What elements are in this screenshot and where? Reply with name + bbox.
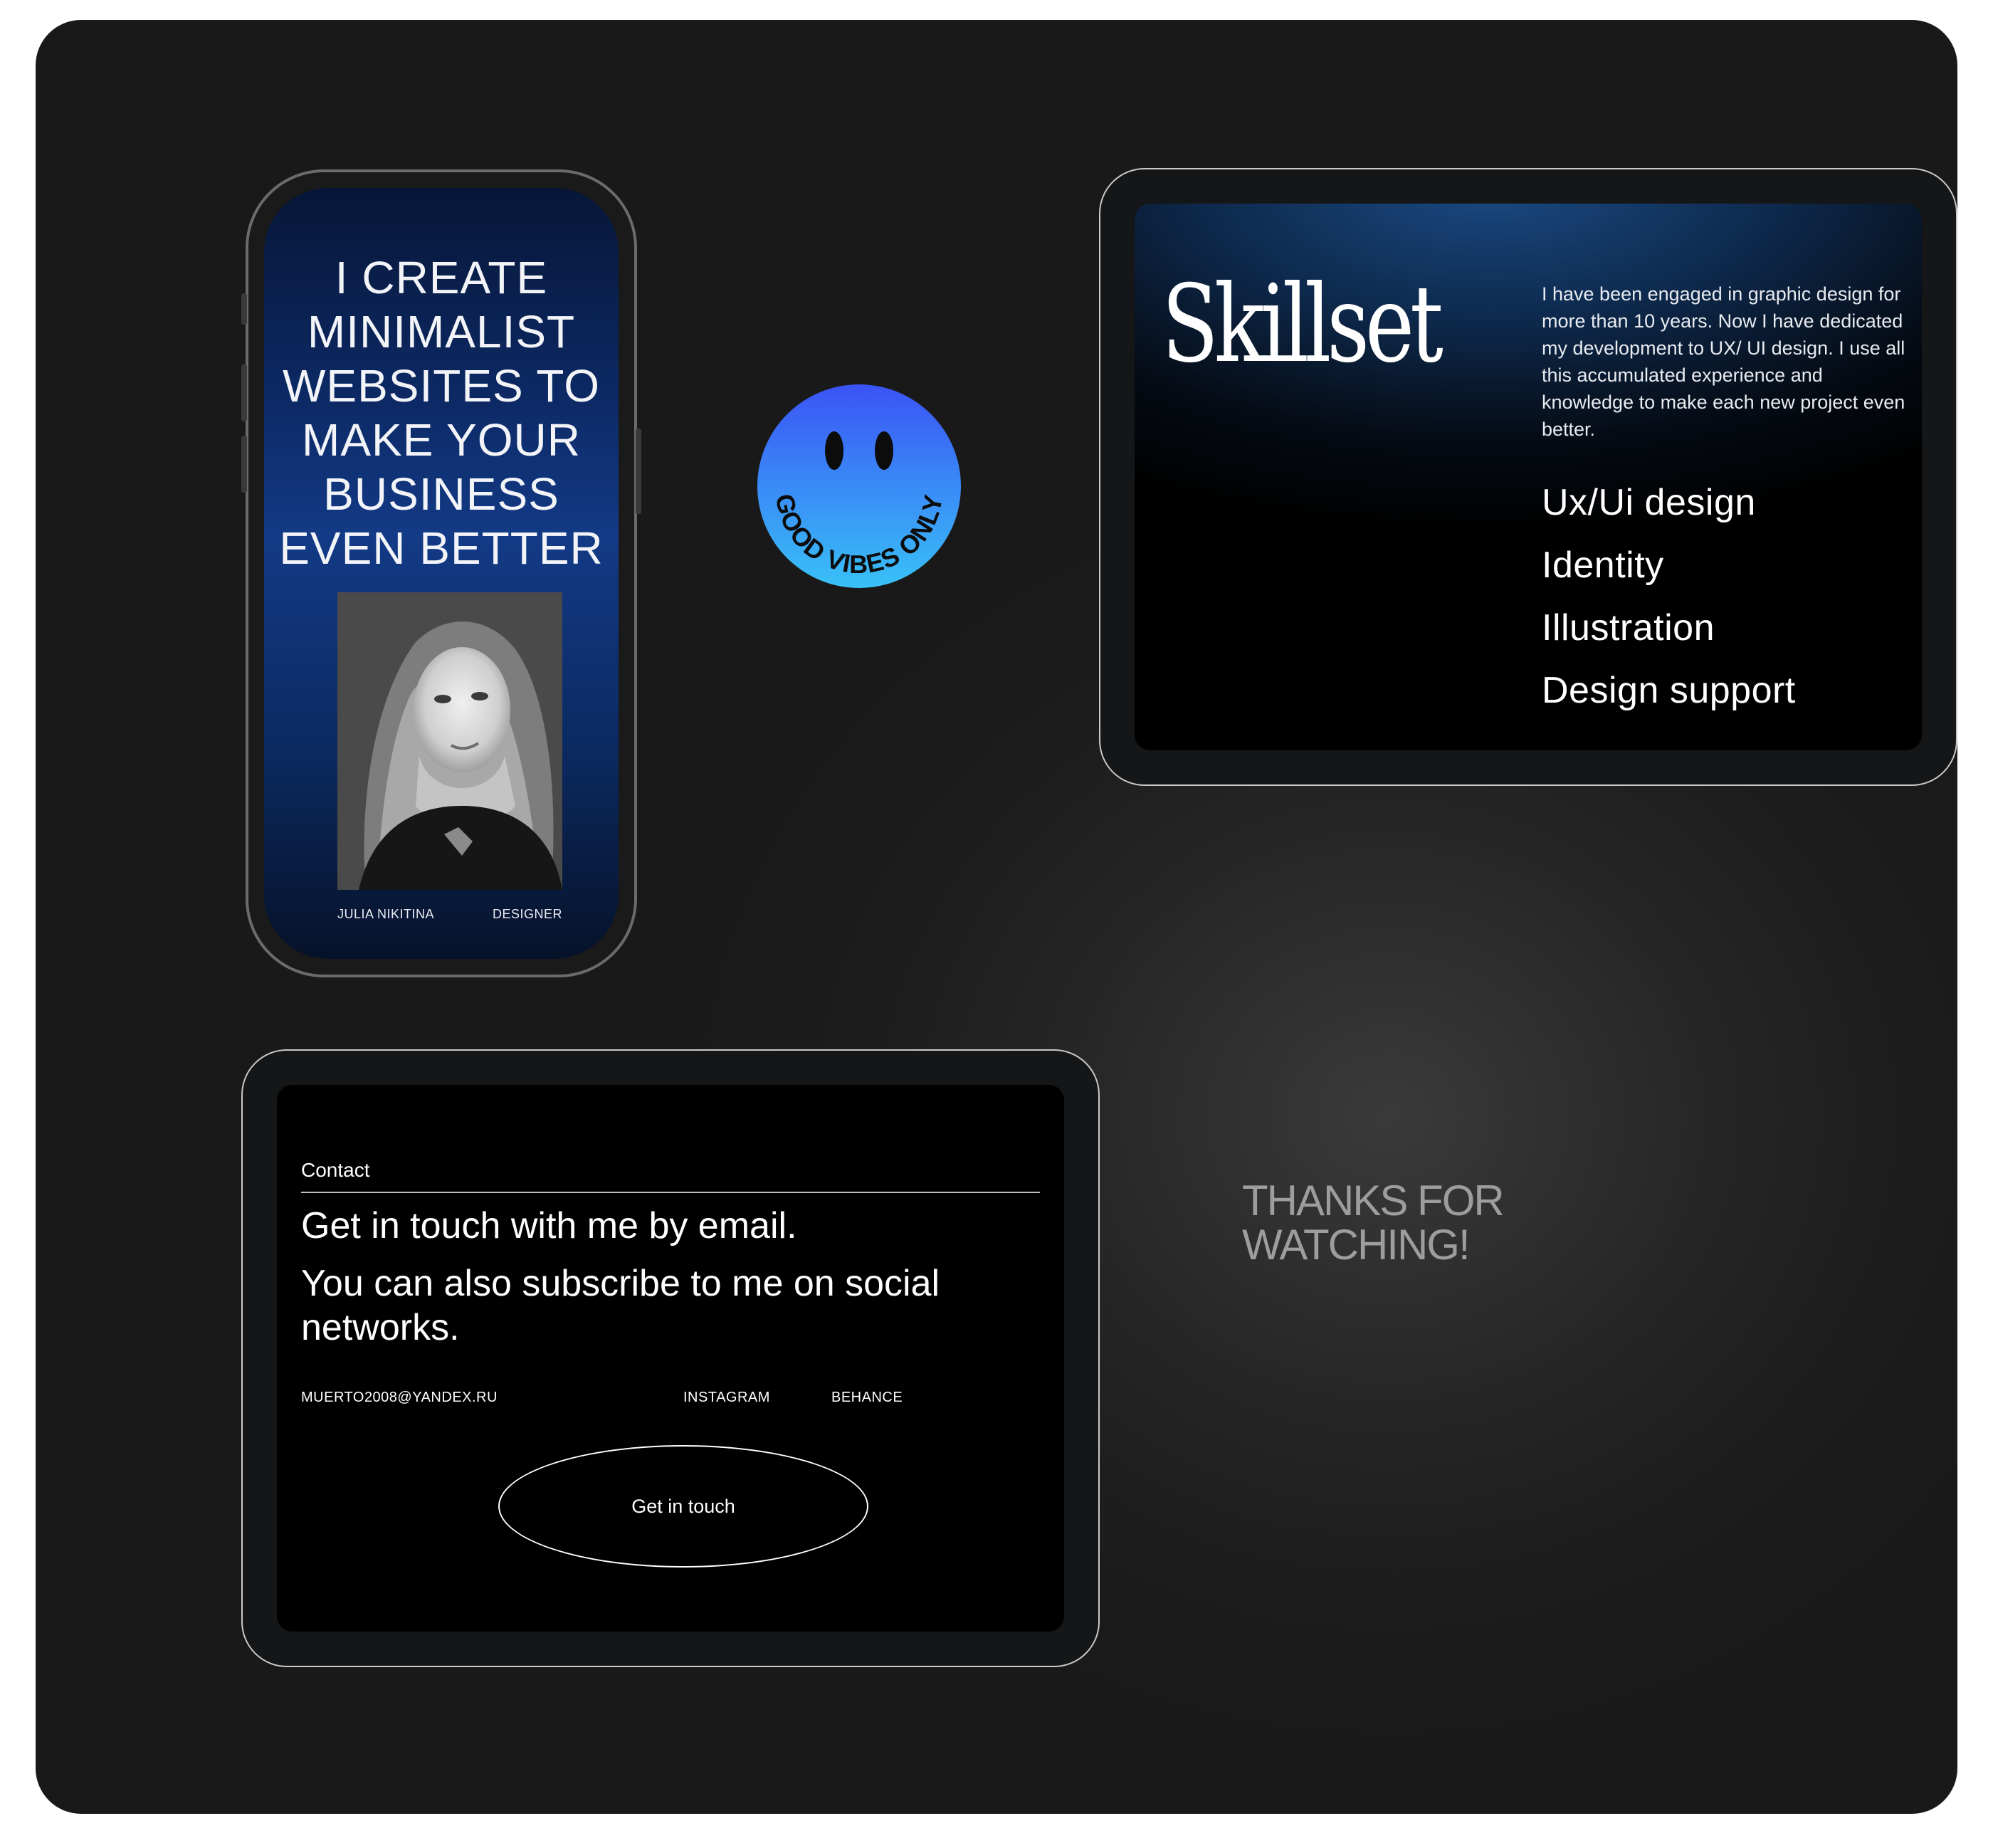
contact-screen: Contact Get in touch with me by email. Y… bbox=[277, 1085, 1064, 1632]
skill-item: Ux/Ui design bbox=[1542, 482, 1756, 523]
portrait-photo bbox=[337, 592, 562, 890]
phone-mockup: I CREATE MINIMALIST WEBSITES TO MAKE YOU… bbox=[241, 169, 641, 977]
skillset-screen: Skillset I have been engaged in graphic … bbox=[1135, 204, 1922, 750]
skills-list: Ux/Ui design Identity Illustration Desig… bbox=[1542, 471, 1796, 722]
hero-headline-line: I CREATE bbox=[335, 252, 548, 303]
skill-item: Illustration bbox=[1542, 607, 1715, 649]
thanks-line: WATCHING! bbox=[1242, 1221, 1471, 1269]
skill-item: Identity bbox=[1542, 545, 1664, 586]
skillset-tablet: Skillset I have been engaged in graphic … bbox=[1099, 168, 1957, 786]
email-link[interactable]: MUERTO2008@YANDEX.RU bbox=[301, 1390, 498, 1406]
phone-volume-down-button bbox=[241, 436, 247, 493]
hero-headline: I CREATE MINIMALIST WEBSITES TO MAKE YOU… bbox=[264, 251, 619, 575]
instagram-link[interactable]: INSTAGRAM bbox=[683, 1390, 770, 1406]
behance-link[interactable]: BEHANCE bbox=[831, 1390, 903, 1406]
phone-mute-switch bbox=[241, 293, 247, 325]
thanks-message: THANKS FOR WATCHING! bbox=[1242, 1177, 1505, 1269]
presentation-board: I CREATE MINIMALIST WEBSITES TO MAKE YOU… bbox=[36, 20, 1957, 1814]
phone-volume-up-button bbox=[241, 364, 247, 421]
skillset-title: Skillset bbox=[1162, 263, 1444, 387]
designer-name: JULIA NIKITINA bbox=[337, 907, 435, 921]
smiley-left-eye bbox=[825, 431, 843, 470]
hero-headline-line: MINIMALIST bbox=[307, 306, 576, 357]
contact-divider bbox=[301, 1192, 1040, 1193]
get-in-touch-button[interactable]: Get in touch bbox=[498, 1445, 868, 1568]
skill-item: Design support bbox=[1542, 670, 1796, 711]
phone-power-button bbox=[636, 429, 641, 514]
hero-headline-line: EVEN BETTER bbox=[279, 523, 604, 574]
skillset-description: I have been engaged in graphic design fo… bbox=[1542, 283, 1905, 440]
contact-line-social: You can also subscribe to me on social n… bbox=[301, 1263, 940, 1348]
smiley-right-eye bbox=[875, 431, 893, 470]
hero-headline-line: BUSINESS bbox=[323, 468, 559, 520]
hero-headline-line: WEBSITES TO bbox=[282, 360, 601, 411]
phone-screen: I CREATE MINIMALIST WEBSITES TO MAKE YOU… bbox=[264, 188, 619, 959]
hero-headline-line: MAKE YOUR bbox=[302, 414, 581, 466]
thanks-line: THANKS FOR bbox=[1242, 1177, 1505, 1224]
contact-line-email: Get in touch with me by email. bbox=[301, 1205, 797, 1246]
smiley-sticker: GOOD VIBES ONLY bbox=[757, 384, 961, 588]
portrait-illustration bbox=[337, 592, 562, 890]
contact-tablet: Contact Get in touch with me by email. Y… bbox=[241, 1049, 1100, 1667]
contact-label: Contact bbox=[301, 1159, 370, 1181]
phone-footer: JULIA NIKITINA DESIGNER bbox=[337, 907, 562, 922]
designer-role: DESIGNER bbox=[492, 907, 562, 921]
